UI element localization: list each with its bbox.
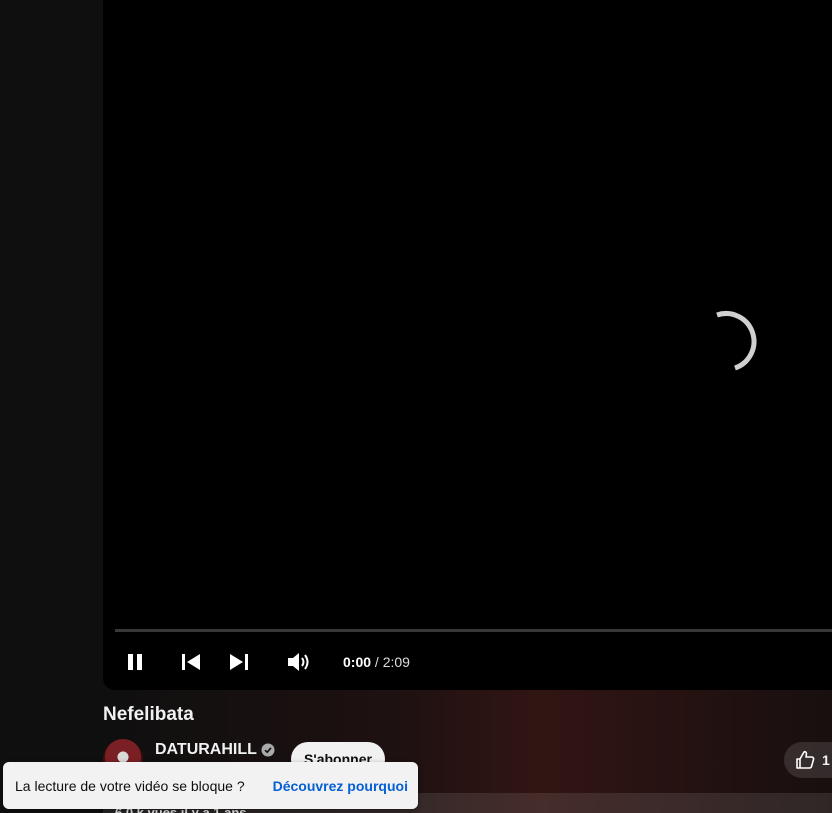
- loading-spinner-icon: [716, 311, 757, 371]
- video-player[interactable]: 0:00 / 2:09: [103, 0, 832, 690]
- pause-button[interactable]: [119, 640, 151, 684]
- time-display: 0:00 / 2:09: [343, 640, 410, 684]
- watch-page: 0:00 / 2:09 Nefelibata DATURAHILL S'abon…: [0, 0, 832, 813]
- toast-message: La lecture de votre vidéo se bloque ?: [15, 777, 245, 794]
- player-controls: 0:00 / 2:09: [103, 640, 832, 684]
- next-button[interactable]: [223, 640, 255, 684]
- time-separator: /: [371, 654, 383, 670]
- time-total: 2:09: [382, 654, 410, 670]
- playback-issue-toast: La lecture de votre vidéo se bloque ? Dé…: [3, 762, 418, 809]
- mute-button[interactable]: [283, 640, 315, 684]
- video-title: Nefelibata: [103, 704, 194, 725]
- learn-why-link[interactable]: Découvrez pourquoi: [273, 778, 408, 794]
- pause-icon: [128, 654, 142, 670]
- previous-icon: [182, 654, 200, 670]
- channel-info: DATURAHILL: [155, 741, 275, 759]
- thumbs-up-icon: [796, 750, 815, 769]
- next-icon: [230, 654, 248, 670]
- channel-name[interactable]: DATURAHILL: [155, 741, 257, 759]
- like-count: 1: [822, 752, 830, 768]
- time-current: 0:00: [343, 654, 372, 670]
- like-button[interactable]: 1: [784, 742, 832, 778]
- progress-bar[interactable]: [115, 629, 832, 632]
- previous-button[interactable]: [175, 640, 207, 684]
- volume-icon: [288, 653, 309, 671]
- verified-check-icon: [261, 743, 275, 757]
